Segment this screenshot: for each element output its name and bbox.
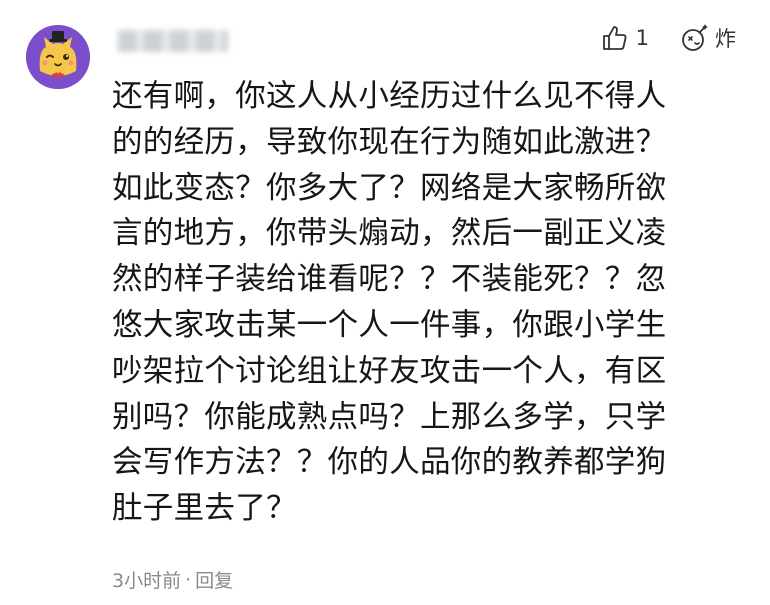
comment-card: 1 炸 还有啊，你这人从小经历过什么见不得人 的的经历，导致你现在行为随如此激进…	[0, 0, 770, 605]
comment-text-line: 然的样子装给谁看呢？？不装能死？？忽	[112, 262, 667, 298]
reply-button[interactable]: 回复	[195, 566, 233, 593]
zha-label: 炸	[715, 27, 736, 51]
like-button[interactable]: 1	[600, 23, 679, 53]
like-count: 1	[635, 26, 649, 50]
cat-avatar-icon	[26, 25, 90, 89]
comment-text: 还有啊，你这人从小经历过什么见不得人 的的经历，导致你现在行为随如此激进？ 如此…	[112, 74, 742, 532]
comment-text-line: 还有啊，你这人从小经历过什么见不得人	[112, 79, 667, 114]
comment-text-line: 的的经历，导致你现在行为随如此激进？	[112, 124, 667, 160]
thumbs-up-icon	[602, 26, 627, 50]
comment-meta: 3小时前 · 回复	[112, 566, 233, 593]
zha-button[interactable]: 炸	[679, 22, 736, 54]
comment-text-line: 肚子里去了？	[112, 491, 297, 527]
timestamp: 3小时前	[112, 570, 182, 592]
comment-text-line: 言的地方，你带头煽动，然后一副正义凌	[112, 216, 667, 252]
username[interactable]	[118, 30, 228, 52]
comment-actions: 1 炸	[600, 20, 736, 56]
comment-text-line: 如此变态？你多大了？网络是大家畅所欲	[112, 170, 667, 206]
meta-separator: ·	[185, 568, 192, 591]
bomb-icon	[682, 24, 708, 51]
comment-text-line: 会写作方法？？你的人品你的教养都学狗	[112, 445, 667, 481]
comment-text-line: 悠大家攻击某一个人一件事，你跟小学生	[112, 307, 667, 343]
comment-text-line: 别吗？你能成熟点吗？上那么多学，只学	[112, 399, 667, 435]
comment-text-line: 吵架拉个讨论组让好友攻击一个人，有区	[112, 353, 667, 389]
avatar[interactable]	[26, 25, 90, 89]
